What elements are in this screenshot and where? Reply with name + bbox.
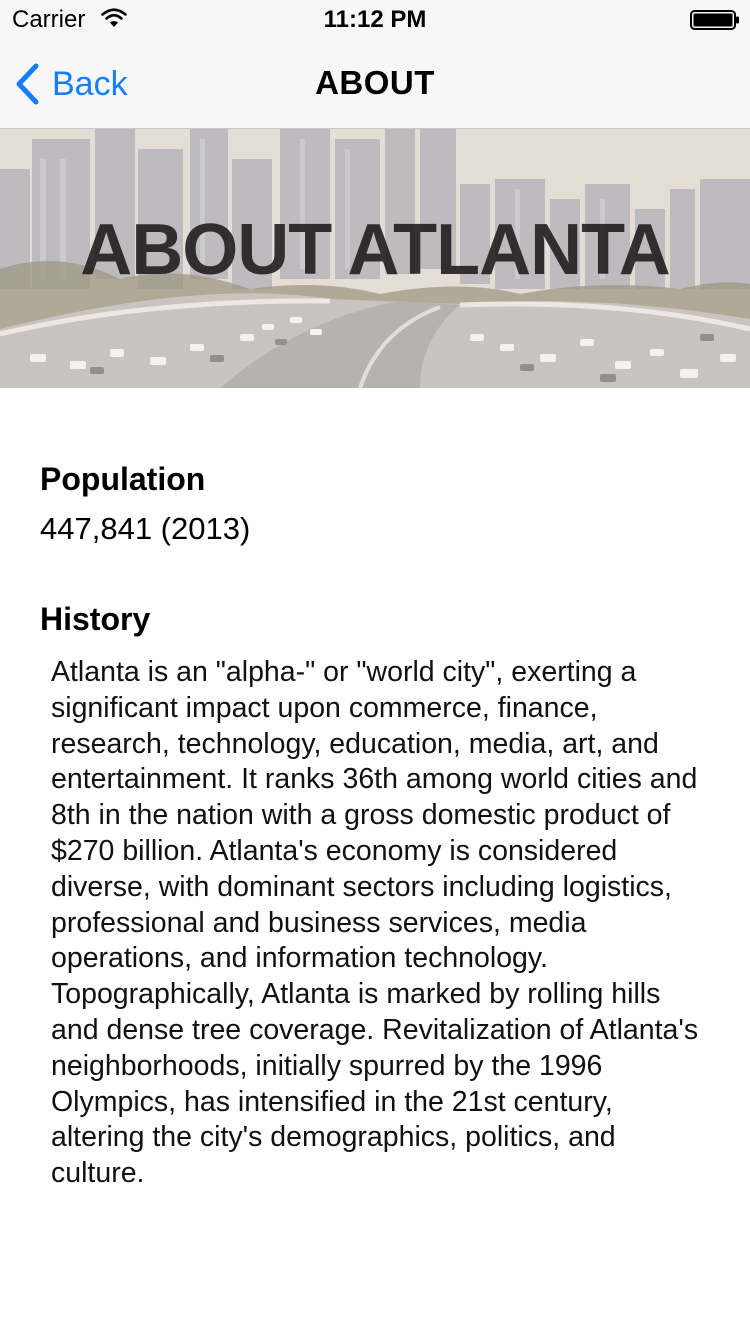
hero-title: ABOUT ATLANTA: [80, 210, 671, 290]
navigation-bar: Back ABOUT: [0, 40, 750, 129]
page-title: ABOUT: [315, 64, 435, 101]
history-body-text: Atlanta is an "alpha-" or "world city", …: [51, 656, 699, 1190]
population-heading: Population: [40, 461, 206, 497]
status-bar: Carrier 11:12 PM: [0, 0, 750, 40]
battery-icon: [690, 10, 739, 30]
hero-banner: ABOUT ATLANTA: [0, 129, 750, 388]
status-time: 11:12 PM: [323, 6, 427, 33]
history-heading: History: [40, 601, 151, 637]
population-value: 447,841 (2013): [40, 511, 251, 546]
